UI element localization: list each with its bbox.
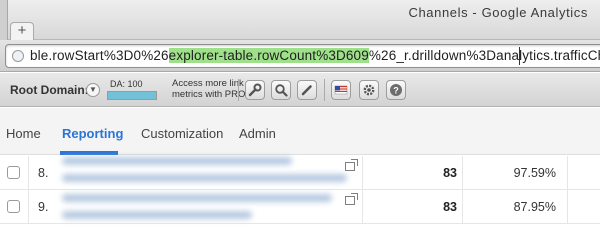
nav-customization[interactable]: Customization <box>141 126 223 141</box>
wrench-icon <box>248 83 262 97</box>
column-divider <box>28 190 29 224</box>
domain-authority-fill <box>108 92 156 99</box>
search-button[interactable] <box>271 80 291 100</box>
column-divider <box>567 190 568 224</box>
redacted-link[interactable] <box>62 211 252 219</box>
toolbar-divider <box>324 79 325 101</box>
column-divider <box>462 156 463 190</box>
country-button[interactable] <box>331 80 351 100</box>
url-segment: ble.rowStart%3D0%26 <box>30 48 169 63</box>
page-icon <box>12 50 24 62</box>
url-highlighted-segment: explorer-table.rowCount%3D609 <box>168 48 369 63</box>
address-bar[interactable]: ble.rowStart%3D0%26explorer-table.rowCou… <box>5 44 600 68</box>
magnifier-icon <box>275 84 288 97</box>
root-domain-dropdown[interactable]: ▼ <box>86 83 100 97</box>
text-cursor <box>519 47 520 65</box>
redacted-link[interactable] <box>62 157 292 165</box>
column-divider <box>567 156 568 190</box>
table-row[interactable]: 9. 83 87.95% <box>0 190 600 224</box>
pencil-button[interactable] <box>297 80 317 100</box>
redacted-link[interactable] <box>62 194 332 202</box>
tab-edge[interactable] <box>0 0 8 40</box>
table-row[interactable]: 8. 83 97.59% <box>0 156 600 190</box>
column-divider <box>462 190 463 224</box>
metric-value: 83 <box>443 200 457 214</box>
settings-button[interactable] <box>359 80 379 100</box>
nav-reporting[interactable]: Reporting <box>62 126 123 141</box>
metric-percent: 97.59% <box>513 166 556 180</box>
new-tab-button[interactable]: + <box>10 22 34 40</box>
row-number: 8. <box>38 166 49 180</box>
gear-icon <box>363 84 375 96</box>
row-checkbox[interactable] <box>7 200 20 213</box>
help-button[interactable]: ? <box>386 80 406 100</box>
active-tab-indicator <box>60 151 118 155</box>
metric-value: 83 <box>443 166 457 180</box>
url-text[interactable]: ble.rowStart%3D0%26explorer-table.rowCou… <box>30 48 600 63</box>
us-flag-icon <box>334 85 348 95</box>
access-more-link[interactable]: Access more link metrics with PRO <box>172 78 252 100</box>
nav-home[interactable]: Home <box>6 126 41 141</box>
root-domain-label: Root Domain: <box>10 83 89 97</box>
seo-toolbar: Root Domain: ▼ DA: 100 Access more link … <box>0 73 600 107</box>
metric-percent: 87.95% <box>513 200 556 214</box>
open-external-icon[interactable] <box>345 193 358 205</box>
help-icon: ? <box>390 84 402 96</box>
report-table: 8. 83 97.59% 9. 83 87.95% <box>0 156 600 224</box>
open-external-icon[interactable] <box>345 159 358 171</box>
domain-authority-label: DA: 100 <box>110 79 143 89</box>
ga-top-nav: Home Reporting Customization Admin <box>0 108 600 155</box>
column-divider <box>362 156 363 190</box>
url-segment: %26_r.drilldown%3Danalytics.trafficChann… <box>368 48 600 63</box>
column-divider <box>362 190 363 224</box>
column-divider <box>28 156 29 190</box>
window-title: Channels - Google Analytics <box>408 5 588 20</box>
pencil-icon <box>301 85 312 96</box>
title-bar: + Channels - Google Analytics <box>0 0 600 40</box>
wrench-button[interactable] <box>245 80 265 100</box>
url-row: ble.rowStart%3D0%26explorer-table.rowCou… <box>0 40 600 72</box>
row-checkbox[interactable] <box>7 166 20 179</box>
row-number: 9. <box>38 200 49 214</box>
domain-authority-bar <box>107 91 157 100</box>
svg-text:?: ? <box>393 86 399 96</box>
redacted-link[interactable] <box>62 174 347 182</box>
nav-admin[interactable]: Admin <box>239 126 276 141</box>
toolbar-divider <box>238 79 239 101</box>
